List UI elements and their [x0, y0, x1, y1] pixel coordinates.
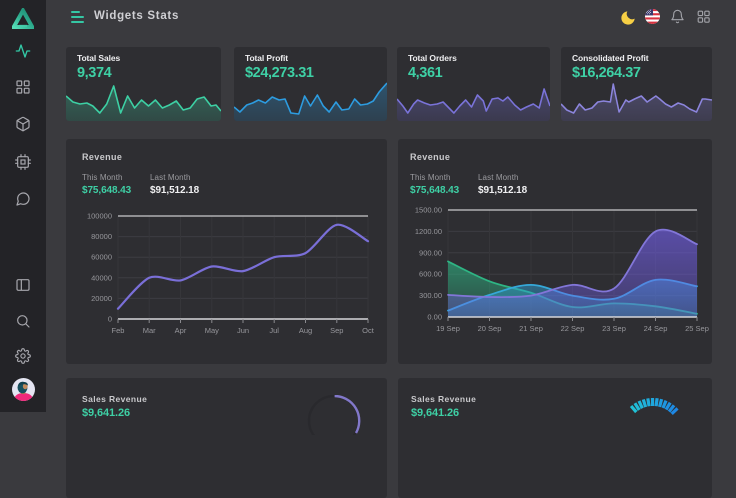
svg-text:60000: 60000: [91, 253, 112, 262]
svg-text:Mar: Mar: [143, 326, 156, 335]
svg-text:0.00: 0.00: [427, 313, 442, 322]
svg-text:25 Sep: 25 Sep: [685, 324, 709, 333]
svg-text:600.00: 600.00: [419, 270, 442, 279]
svg-text:Sep: Sep: [330, 326, 343, 335]
svg-text:May: May: [205, 326, 219, 335]
svg-text:20000: 20000: [91, 294, 112, 303]
svg-text:100000: 100000: [87, 212, 112, 221]
svg-text:Oct: Oct: [362, 326, 375, 335]
svg-text:1500.00: 1500.00: [415, 206, 442, 215]
svg-text:Apr: Apr: [175, 326, 187, 335]
svg-text:Jun: Jun: [237, 326, 249, 335]
svg-text:300.00: 300.00: [419, 291, 442, 300]
svg-text:900.00: 900.00: [419, 248, 442, 257]
svg-text:21 Sep: 21 Sep: [519, 324, 543, 333]
svg-text:23 Sep: 23 Sep: [602, 324, 626, 333]
svg-text:Feb: Feb: [112, 326, 125, 335]
svg-text:1200.00: 1200.00: [415, 227, 442, 236]
svg-text:22 Sep: 22 Sep: [561, 324, 585, 333]
svg-text:40000: 40000: [91, 273, 112, 282]
svg-text:19 Sep: 19 Sep: [436, 324, 460, 333]
svg-text:0: 0: [108, 315, 112, 324]
svg-text:24 Sep: 24 Sep: [644, 324, 668, 333]
svg-text:Jul: Jul: [269, 326, 279, 335]
svg-text:Aug: Aug: [299, 326, 312, 335]
svg-text:20 Sep: 20 Sep: [478, 324, 502, 333]
svg-text:80000: 80000: [91, 232, 112, 241]
